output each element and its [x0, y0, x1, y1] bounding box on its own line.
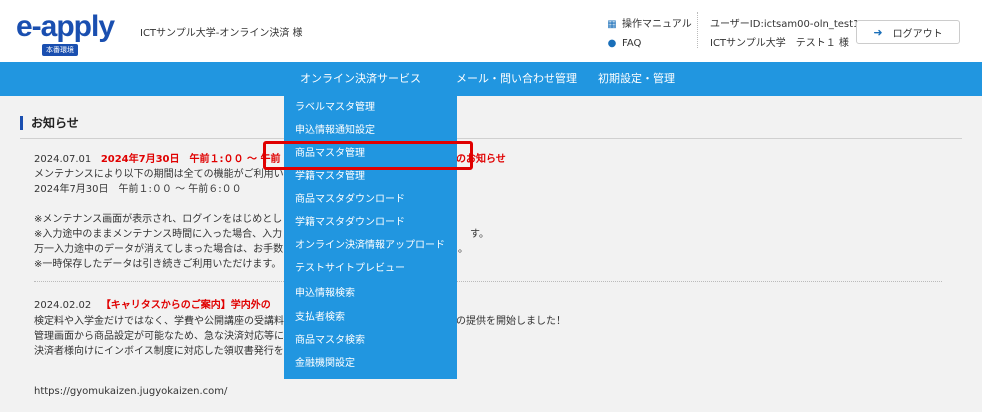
header-divider [697, 12, 698, 48]
news-line-text: 2024年7月30日 午前１:００ ～ 午前６:００ [34, 184, 242, 195]
chat-icon: ● [607, 38, 617, 49]
news-line-tail: す。 [470, 229, 489, 240]
menu-item-application-notification[interactable]: 申込情報通知設定 [295, 122, 375, 140]
faq-link-label: FAQ [622, 38, 642, 49]
highlight-box [263, 141, 473, 170]
news-line: ※一時保存したデータは引き続きご利用いただけます。 [34, 257, 281, 272]
news-line-text: 決済者様向けにインボイス制度に対応した領収書発行を [34, 346, 284, 357]
header: e-apply 本番環境 ICTサンプル大学-オンライン決済 様 ▦ 操作マニュ… [0, 0, 982, 62]
online-payment-dropdown: ラベルマスタ管理 申込情報通知設定 商品マスタ管理 学籍マスタ管理 商品マスタダ… [284, 96, 457, 379]
menu-item-product-master-search[interactable]: 商品マスタ検索 [295, 332, 365, 350]
news-line: 検定料や入学金だけではなく、学費や公開講座の受講料 の提供を開始しました！ [34, 314, 566, 329]
nav-initial-settings[interactable]: 初期設定・管理 [598, 62, 675, 96]
environment-badge: 本番環境 [42, 44, 78, 56]
manual-link[interactable]: ▦ 操作マニュアル [607, 15, 692, 34]
logout-label: ログアウト [892, 28, 943, 40]
menu-item-test-site-preview[interactable]: テストサイトプレビュー [295, 260, 405, 278]
nav-online-payment[interactable]: オンライン決済サービス [300, 62, 421, 96]
news-line-text: 万一入力途中のデータが消えてしまった場合は、お手数 [34, 244, 284, 255]
news-line-tail: の提供を開始しました！ [456, 316, 566, 327]
news-link[interactable]: https://gyomukaizen.jugyokaizen.com/ [34, 384, 227, 399]
menu-item-payment-upload[interactable]: オンライン決済情報アップロード [295, 237, 445, 255]
news-line: 2024年7月30日 午前１:００ ～ 午前６:００ [34, 182, 242, 197]
nav-mail-inquiry[interactable]: メール・問い合わせ管理 [456, 62, 577, 96]
news-line: ※入力途中のままメンテナンス時間に入った場合、入力 す。 [34, 227, 489, 242]
news-date: 2024.02.02 [34, 300, 92, 311]
news-separator [34, 281, 942, 282]
book-icon: ▦ [607, 19, 617, 30]
news-line-text: ※一時保存したデータは引き続きご利用いただけます。 [34, 259, 282, 270]
main-content: お知らせ 2024.07.01 2024年7月30日 午前１:００ ～ 午前 の… [0, 96, 982, 412]
news-line-text: 検定料や入学金だけではなく、学費や公開講座の受講料 [34, 316, 284, 327]
news-line: 万一入力途中のデータが消えてしまった場合は、お手数 。 [34, 242, 468, 257]
menu-item-student-master[interactable]: 学籍マスタ管理 [295, 168, 365, 186]
menu-item-product-master-download[interactable]: 商品マスタダウンロード [295, 191, 405, 209]
logout-icon: ➜ [873, 25, 883, 39]
user-id: ユーザーID:ictsam00-oln_test1 [710, 19, 860, 30]
news-line-text: ※入力途中のままメンテナンス時間に入った場合、入力 [34, 229, 283, 240]
news-line: ※メンテナンス画面が表示され、ログインをはじめとし [34, 212, 282, 227]
news-url[interactable]: https://gyomukaizen.jugyokaizen.com/ [34, 386, 227, 397]
menu-item-student-master-download[interactable]: 学籍マスタダウンロード [295, 214, 405, 232]
news-line: 管理画面から商品設定が可能なため、急な決済対応等に [34, 329, 284, 344]
menu-item-application-search[interactable]: 申込情報検索 [295, 285, 355, 303]
news-line-tail: 。 [458, 244, 468, 255]
section-rule [20, 138, 962, 139]
menu-item-financial-institution[interactable]: 金融機関設定 [295, 355, 355, 373]
menu-item-label-master[interactable]: ラベルマスタ管理 [295, 99, 375, 117]
logo-text: e-apply [16, 10, 115, 43]
news-date: 2024.07.01 [34, 154, 92, 165]
news-item-1-heading: 2024.07.01 2024年7月30日 午前１:００ ～ 午前 のお知らせ [34, 152, 506, 167]
main-nav: オンライン決済サービス メール・問い合わせ管理 初期設定・管理 [0, 62, 982, 96]
user-info: ユーザーID:ictsam00-oln_test1 ICTサンプル大学 テスト１… [710, 15, 859, 53]
manual-link-label: 操作マニュアル [622, 19, 692, 30]
news-item-2-heading: 2024.02.02 【キャリタスからのご案内】学内外の [34, 298, 271, 313]
site-name: ICTサンプル大学-オンライン決済 様 [140, 28, 303, 39]
news-line: メンテナンスにより以下の期間は全ての機能がご利用い [34, 167, 284, 182]
help-links: ▦ 操作マニュアル ● FAQ [607, 15, 692, 53]
faq-link[interactable]: ● FAQ [607, 34, 692, 53]
news-title-link[interactable]: 【キャリタスからのご案内】学内外の [101, 300, 271, 311]
news-line: 決済者様向けにインボイス制度に対応した領収書発行を [34, 344, 284, 359]
news-line-text: 管理画面から商品設定が可能なため、急な決済対応等に [34, 331, 284, 342]
section-title: お知らせ [20, 116, 79, 130]
logout-button[interactable]: ➜ ログアウト [856, 20, 960, 44]
e-apply-logo[interactable]: e-apply [16, 10, 115, 43]
user-name: ICTサンプル大学 テスト１ 様 [710, 38, 849, 49]
menu-item-payer-search[interactable]: 支払者検索 [295, 309, 345, 327]
news-line-text: メンテナンスにより以下の期間は全ての機能がご利用い [34, 169, 284, 180]
news-title-link[interactable]: 2024年7月30日 午前１:００ ～ 午前 [101, 154, 281, 165]
news-line-text: ※メンテナンス画面が表示され、ログインをはじめとし [34, 214, 283, 225]
